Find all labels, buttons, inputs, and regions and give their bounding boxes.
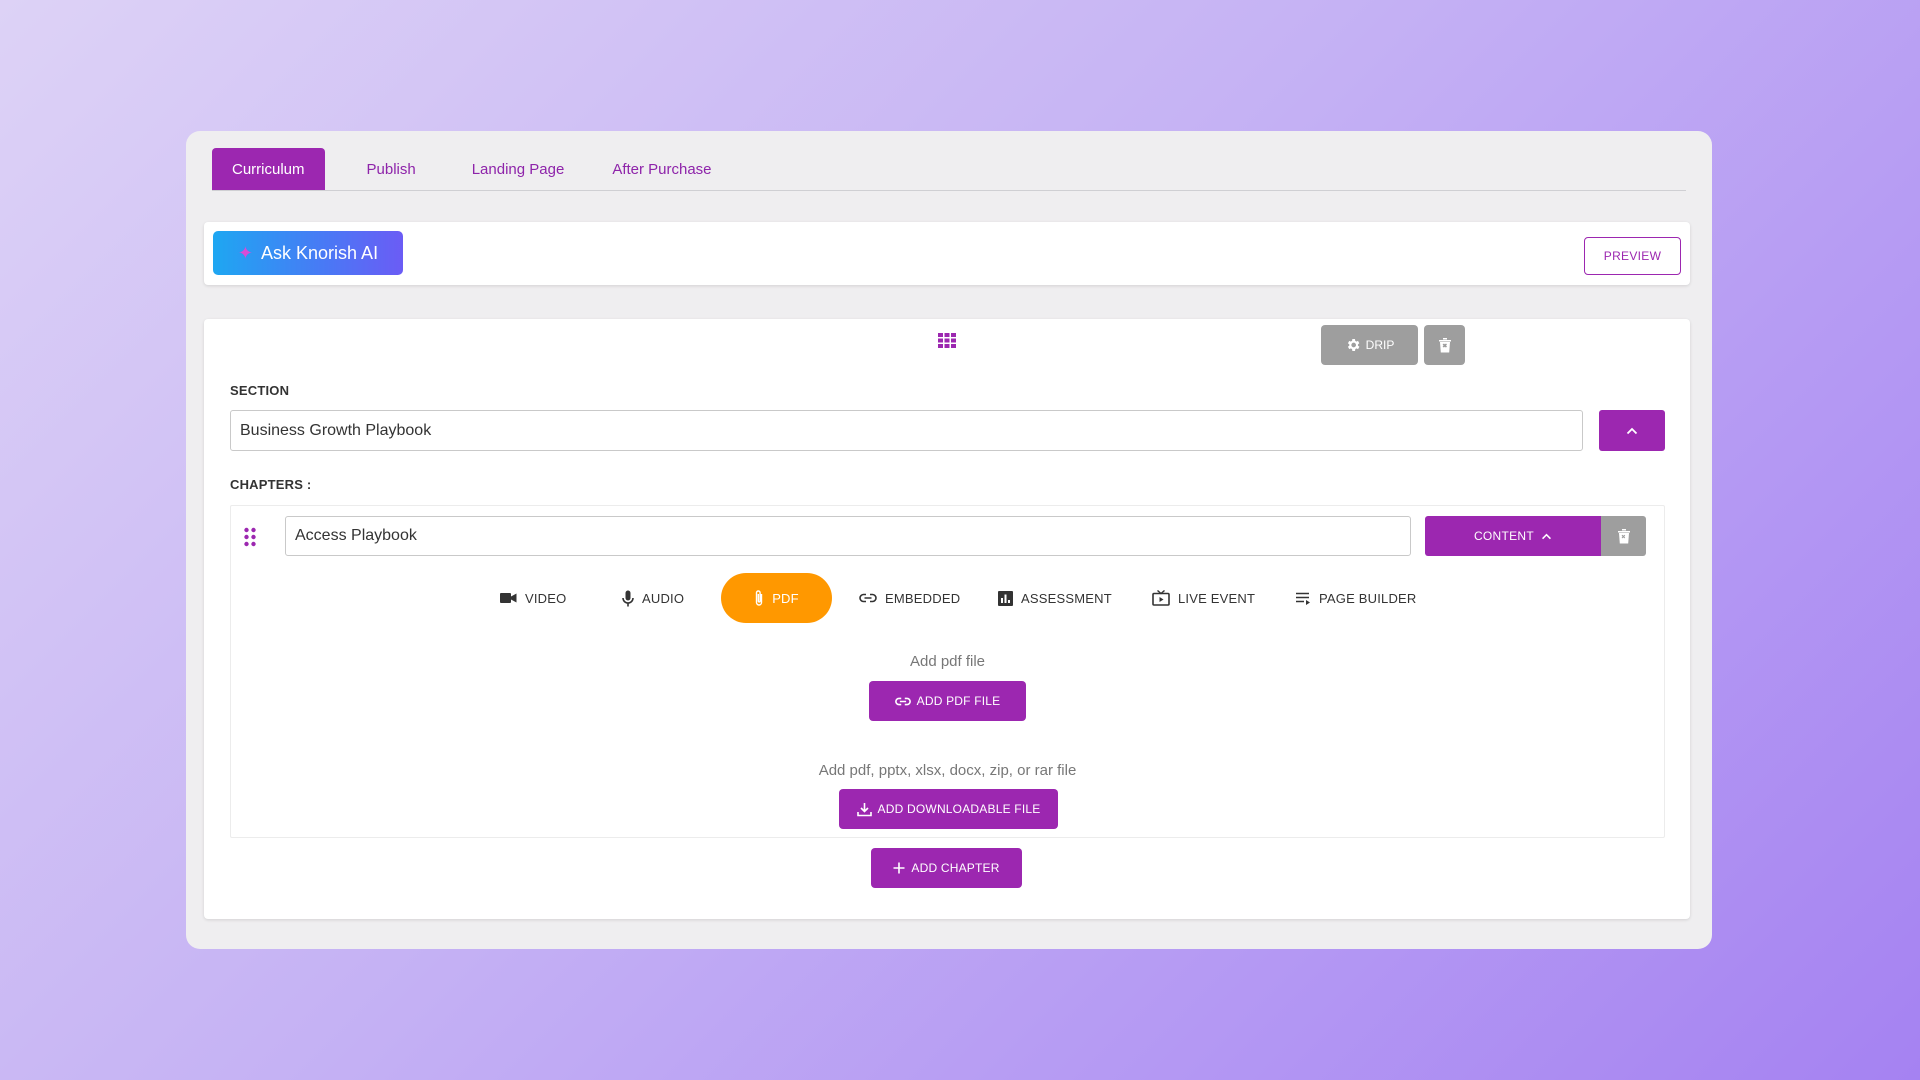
editor-tabs: Curriculum Publish Landing Page After Pu… — [212, 147, 1686, 191]
drip-label: DRIP — [1365, 338, 1395, 352]
content-type-page-builder[interactable]: PAGE BUILDER — [1296, 573, 1417, 623]
ask-knorish-ai-button[interactable]: ✦ Ask Knorish AI — [213, 231, 403, 275]
add-pdf-file-button[interactable]: ADD PDF FILE — [869, 681, 1026, 721]
content-label: CONTENT — [1473, 529, 1535, 543]
content-type-page-builder-label: PAGE BUILDER — [1319, 590, 1417, 606]
content-type-audio-label: AUDIO — [642, 590, 685, 606]
chapter-item: Access Playbook CONTENT VIDEO AUDIO PDF … — [230, 505, 1665, 838]
grid-drag-icon[interactable] — [937, 331, 957, 351]
chart-icon — [998, 590, 1013, 606]
section-title-input[interactable]: Business Growth Playbook — [230, 410, 1583, 451]
content-type-audio[interactable]: AUDIO — [622, 573, 684, 623]
content-type-pdf[interactable]: PDF — [721, 573, 832, 623]
ask-ai-label: Ask Knorish AI — [261, 242, 379, 263]
content-type-pdf-label: PDF — [772, 590, 799, 606]
downloadable-hint: Add pdf, pptx, xlsx, docx, zip, or rar f… — [818, 762, 1077, 779]
add-downloadable-file-label: ADD DOWNLOADABLE FILE — [877, 802, 1041, 816]
content-type-live-event-label: LIVE EVENT — [1178, 590, 1256, 606]
chevron-up-icon — [1542, 533, 1552, 539]
delete-section-button[interactable] — [1424, 325, 1465, 365]
content-type-embedded[interactable]: EMBEDDED — [859, 573, 960, 623]
add-pdf-file-label: ADD PDF FILE — [916, 694, 1001, 708]
drag-handle-icon[interactable] — [243, 527, 257, 547]
tab-curriculum[interactable]: Curriculum — [212, 148, 325, 190]
list-icon — [1296, 592, 1310, 605]
paperclip-icon — [755, 590, 763, 606]
ai-toolbar: ✦ Ask Knorish AI PREVIEW — [204, 222, 1690, 285]
content-type-assessment-label: ASSESSMENT — [1021, 590, 1112, 606]
trash-icon — [1438, 338, 1451, 353]
download-icon — [856, 802, 872, 816]
tab-publish[interactable]: Publish — [347, 148, 436, 190]
pdf-hint: Add pdf file — [909, 653, 986, 670]
add-downloadable-file-button[interactable]: ADD DOWNLOADABLE FILE — [839, 789, 1058, 829]
link-icon — [894, 697, 911, 705]
content-type-live-event[interactable]: LIVE EVENT — [1152, 573, 1255, 623]
preview-button[interactable]: PREVIEW — [1584, 237, 1681, 275]
add-chapter-label: ADD CHAPTER — [911, 861, 1000, 875]
collapse-section-button[interactable] — [1599, 410, 1665, 451]
content-type-video[interactable]: VIDEO — [500, 573, 566, 623]
add-chapter-button[interactable]: ADD CHAPTER — [871, 848, 1022, 888]
drip-button[interactable]: DRIP — [1321, 325, 1418, 365]
chapter-title-input[interactable]: Access Playbook — [285, 516, 1411, 556]
content-type-embedded-label: EMBEDDED — [885, 590, 961, 606]
delete-chapter-button[interactable] — [1601, 516, 1646, 556]
content-type-selector: VIDEO AUDIO PDF EMBEDDED ASSESSMENT LIVE… — [231, 573, 1664, 623]
plus-icon — [893, 862, 905, 874]
sparkle-icon: ✦ — [237, 242, 254, 263]
content-type-assessment[interactable]: ASSESSMENT — [998, 573, 1112, 623]
trash-icon — [1617, 529, 1630, 544]
chapters-label: CHAPTERS : — [230, 477, 312, 492]
chevron-up-icon — [1626, 427, 1638, 434]
tab-after-purchase[interactable]: After Purchase — [592, 148, 731, 190]
content-type-video-label: VIDEO — [525, 590, 567, 606]
mic-icon — [622, 590, 634, 606]
gear-icon — [1347, 339, 1360, 351]
tab-landing-page[interactable]: Landing Page — [452, 148, 585, 190]
live-tv-icon — [1152, 590, 1170, 606]
course-editor-panel: Curriculum Publish Landing Page After Pu… — [186, 131, 1712, 949]
video-icon — [500, 593, 517, 603]
section-card: DRIP SECTION Business Growth Playbook CH… — [204, 319, 1690, 919]
section-label: SECTION — [230, 383, 290, 398]
content-toggle-button[interactable]: CONTENT — [1425, 516, 1601, 556]
link-icon — [859, 593, 877, 603]
